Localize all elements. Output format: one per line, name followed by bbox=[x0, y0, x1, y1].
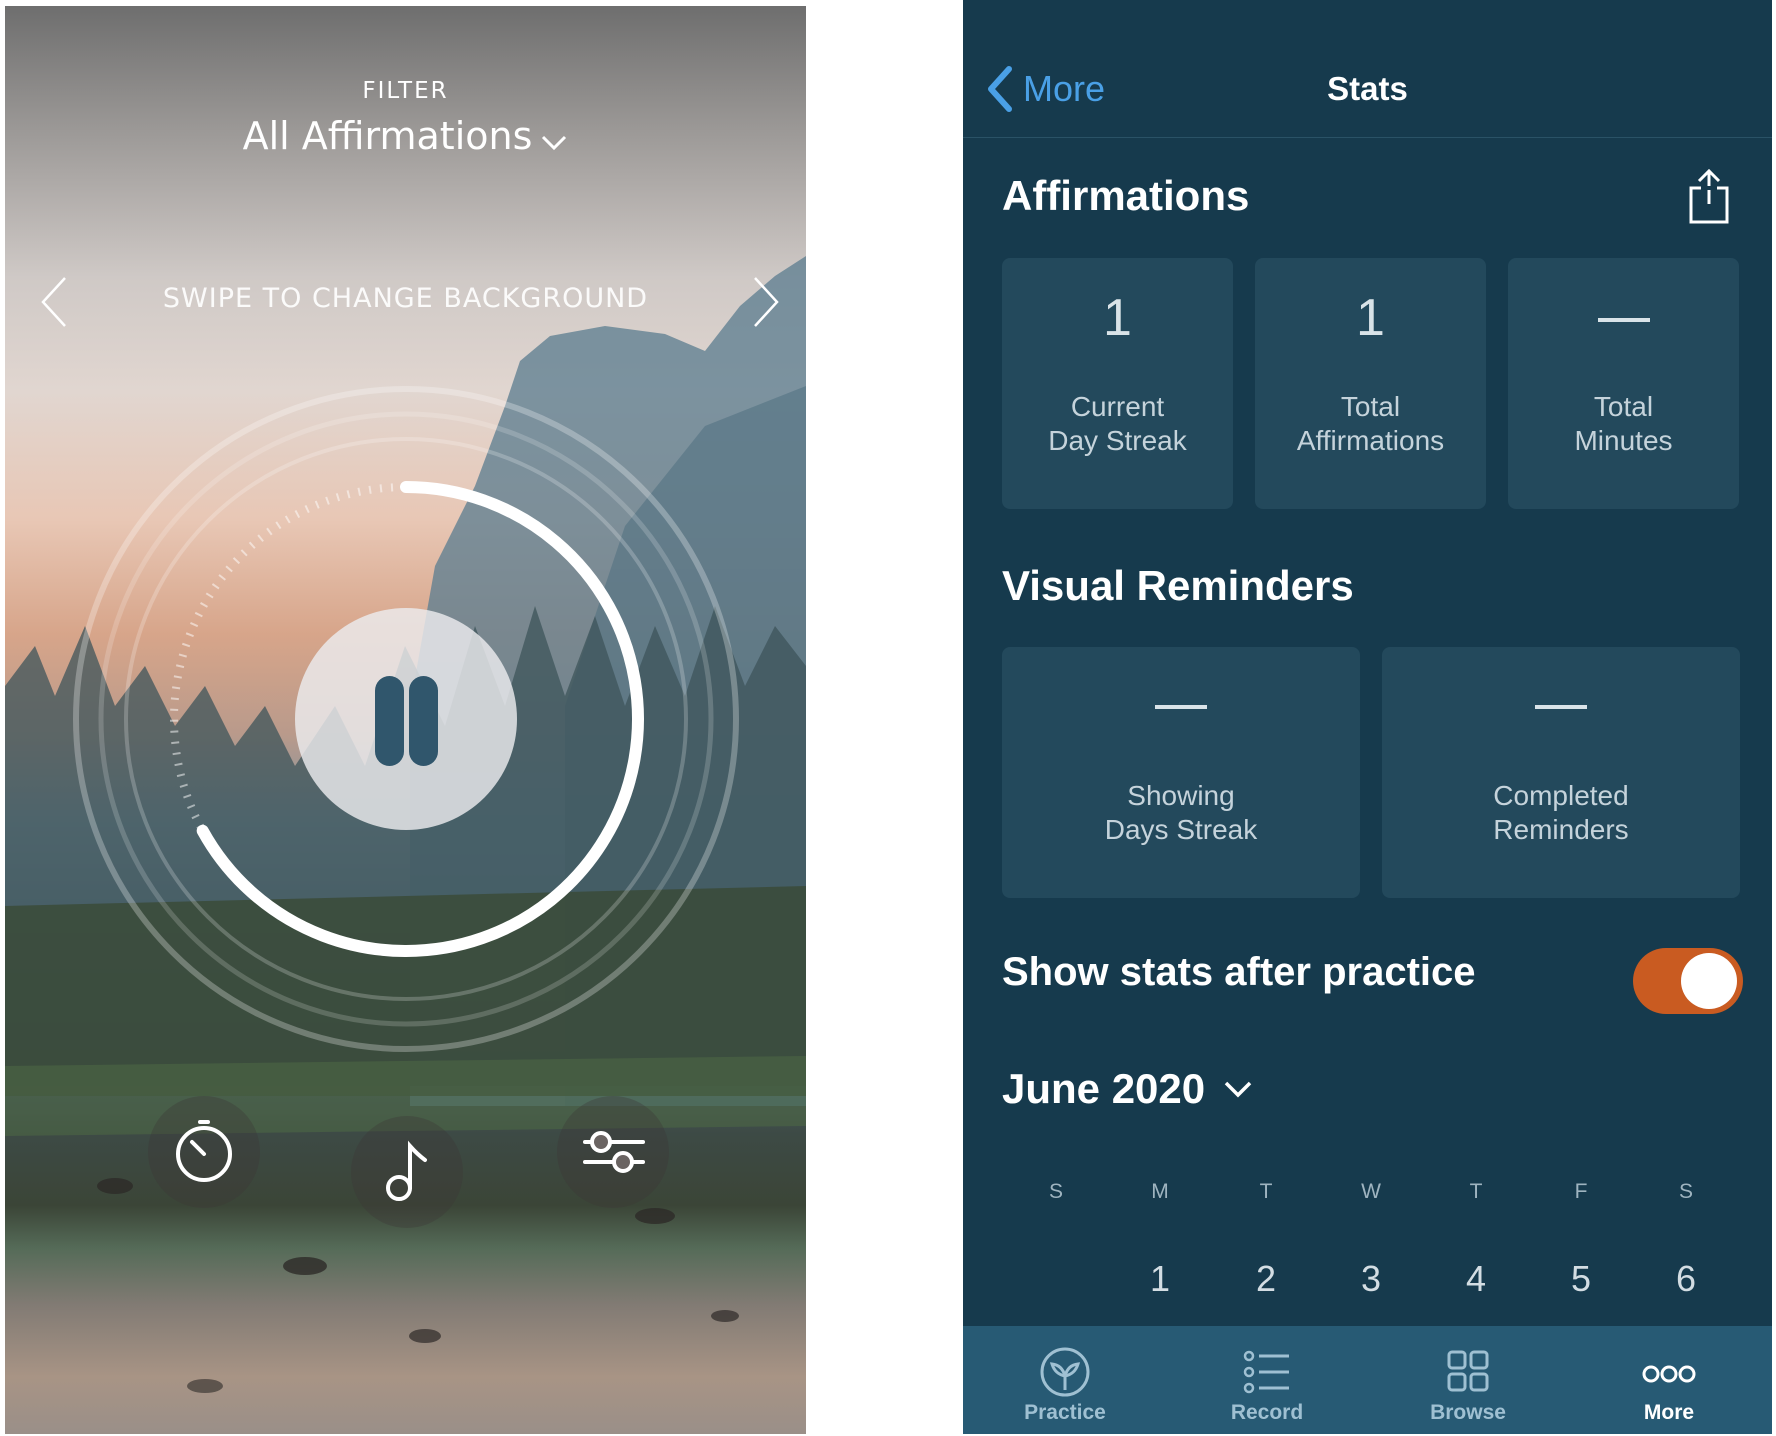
tab-label: Record bbox=[1230, 1401, 1304, 1424]
empty-value-dash bbox=[1597, 318, 1650, 322]
card-label: Showing Days Streak bbox=[1104, 780, 1258, 845]
card-value: 1 bbox=[1356, 289, 1385, 347]
tab-label: Practice bbox=[1024, 1401, 1106, 1424]
chevron-down-icon bbox=[1224, 1081, 1252, 1098]
page-title: Stats bbox=[1327, 70, 1408, 107]
settings-button[interactable] bbox=[557, 1096, 669, 1208]
tab-record[interactable]: Record bbox=[1187, 1326, 1347, 1434]
weekday-label: T bbox=[1469, 1180, 1483, 1203]
month-label: June 2020 bbox=[1002, 1065, 1206, 1112]
show-stats-toggle[interactable] bbox=[1633, 948, 1743, 1014]
pause-icon bbox=[375, 676, 404, 766]
tab-bar: Practice Record Browse More bbox=[963, 1326, 1772, 1434]
player-screen: FILTER All Affirmations SWIPE TO CHANGE … bbox=[5, 6, 806, 1434]
music-button[interactable] bbox=[351, 1116, 463, 1228]
sprout-icon bbox=[1040, 1347, 1090, 1397]
card-label: Total Affirmations bbox=[1296, 391, 1445, 456]
more-dots-icon bbox=[1642, 1365, 1696, 1383]
stats-screen: More Stats Affirmations 1 Current Day Str… bbox=[963, 0, 1772, 1434]
show-stats-label: Show stats after practice bbox=[1002, 950, 1476, 994]
share-icon bbox=[1689, 168, 1729, 224]
empty-value-dash bbox=[1155, 705, 1207, 709]
empty-value-dash bbox=[1535, 705, 1587, 709]
weekday-label: S bbox=[1678, 1180, 1693, 1203]
timer-button[interactable] bbox=[148, 1096, 260, 1208]
weekday-label: F bbox=[1574, 1180, 1588, 1203]
music-note-icon bbox=[386, 1140, 427, 1201]
pause-button[interactable] bbox=[295, 608, 517, 830]
calendar-day[interactable]: 6 bbox=[1656, 1258, 1716, 1300]
completed-reminders-card: Completed Reminders bbox=[1382, 647, 1740, 898]
toggle-knob bbox=[1681, 953, 1737, 1009]
calendar-day[interactable]: 4 bbox=[1446, 1258, 1506, 1300]
card-label: Completed Reminders bbox=[1493, 780, 1629, 845]
showing-days-streak-card: Showing Days Streak bbox=[1002, 647, 1360, 898]
card-label: Total Minutes bbox=[1574, 391, 1673, 456]
calendar-day[interactable]: 2 bbox=[1236, 1258, 1296, 1300]
tab-practice[interactable]: Practice bbox=[985, 1326, 1145, 1434]
total-affirmations-card: 1 Total Affirmations bbox=[1255, 258, 1486, 509]
calendar-day[interactable]: 5 bbox=[1551, 1258, 1611, 1300]
calendar-day[interactable]: 1 bbox=[1130, 1258, 1190, 1300]
tab-more[interactable]: More bbox=[1589, 1326, 1749, 1434]
tab-browse[interactable]: Browse bbox=[1388, 1326, 1548, 1434]
weekday-label: M bbox=[1151, 1180, 1169, 1203]
total-minutes-card: Total Minutes bbox=[1508, 258, 1739, 509]
calendar-day[interactable]: 3 bbox=[1341, 1258, 1401, 1300]
affirmations-heading: Affirmations bbox=[1002, 172, 1250, 219]
card-label: Current Day Streak bbox=[1048, 391, 1187, 456]
share-button[interactable] bbox=[1687, 168, 1731, 226]
tab-label: Browse bbox=[1430, 1401, 1506, 1424]
navigation-bar: More Stats bbox=[963, 0, 1772, 138]
current-day-streak-card: 1 Current Day Streak bbox=[1002, 258, 1233, 509]
card-value: 1 bbox=[1103, 289, 1132, 347]
grid-icon bbox=[1447, 1350, 1489, 1392]
month-selector[interactable]: June 2020 bbox=[1002, 1065, 1253, 1113]
sliders-icon bbox=[583, 1131, 645, 1173]
weekday-label: T bbox=[1259, 1180, 1273, 1203]
visual-reminders-heading: Visual Reminders bbox=[1002, 562, 1354, 609]
weekday-label: S bbox=[1048, 1180, 1063, 1203]
timer-icon bbox=[176, 1120, 232, 1182]
weekday-label: W bbox=[1361, 1180, 1381, 1203]
tab-label: More bbox=[1643, 1401, 1695, 1424]
list-icon bbox=[1243, 1350, 1289, 1394]
